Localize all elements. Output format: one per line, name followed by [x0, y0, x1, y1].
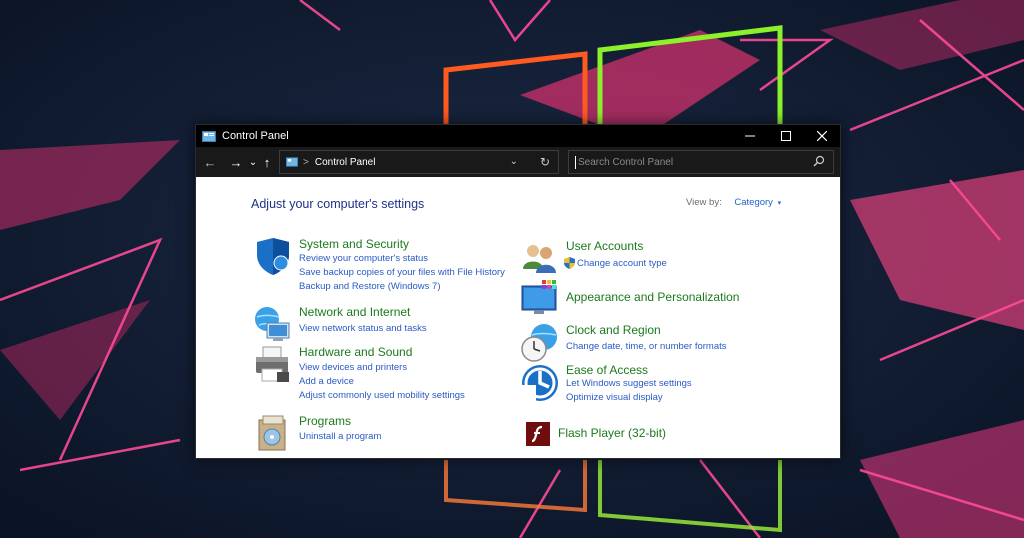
navigation-bar: ← → ⌄ ↑ > Control Panel ⌄ ↻: [196, 147, 840, 177]
search-icon[interactable]: [813, 155, 825, 167]
maximize-button[interactable]: [768, 125, 804, 147]
uac-shield-icon: [564, 257, 575, 269]
ease-of-access-link[interactable]: Ease of Access: [566, 363, 648, 377]
breadcrumb-separator: >: [303, 156, 309, 168]
hardware-and-sound-link[interactable]: Hardware and Sound: [299, 345, 412, 359]
clock-and-region-link[interactable]: Clock and Region: [566, 323, 661, 337]
add-device-link[interactable]: Add a device: [299, 376, 354, 387]
appearance-icon[interactable]: [520, 280, 560, 320]
search-box[interactable]: [568, 150, 834, 174]
back-button[interactable]: ←: [200, 155, 220, 170]
control-panel-icon: [286, 157, 298, 167]
user-accounts-icon[interactable]: [520, 239, 560, 279]
address-bar[interactable]: > Control Panel ⌄ ↻: [279, 150, 559, 174]
page-title: Adjust your computer's settings: [251, 197, 425, 211]
view-network-status-link[interactable]: View network status and tasks: [299, 323, 427, 334]
user-accounts-link[interactable]: User Accounts: [566, 239, 643, 253]
network-and-internet-link[interactable]: Network and Internet: [299, 305, 410, 319]
printer-icon[interactable]: [253, 345, 293, 385]
change-account-type-link[interactable]: Change account type: [577, 258, 667, 269]
ease-of-access-icon[interactable]: [520, 363, 560, 403]
optimize-visual-display-link[interactable]: Optimize visual display: [566, 392, 663, 403]
programs-icon[interactable]: [253, 414, 293, 454]
forward-button[interactable]: →: [226, 155, 246, 170]
minimize-button[interactable]: [732, 125, 768, 147]
title-bar[interactable]: Control Panel: [196, 125, 840, 147]
view-by-dropdown[interactable]: Category: [734, 197, 773, 208]
address-dropdown-button[interactable]: ⌄: [510, 156, 518, 167]
flash-player-icon[interactable]: [526, 422, 550, 446]
view-by-label: View by:: [686, 197, 722, 208]
file-history-link[interactable]: Save backup copies of your files with Fi…: [299, 267, 505, 278]
close-icon: [817, 131, 827, 141]
change-date-time-formats-link[interactable]: Change date, time, or number formats: [566, 341, 727, 352]
system-and-security-link[interactable]: System and Security: [299, 237, 409, 251]
network-globe-icon[interactable]: [253, 305, 293, 345]
up-button[interactable]: ↑: [260, 155, 274, 170]
flash-player-link[interactable]: Flash Player (32-bit): [558, 426, 666, 440]
view-devices-printers-link[interactable]: View devices and printers: [299, 362, 407, 373]
clock-globe-icon[interactable]: [520, 323, 560, 363]
backup-restore-link[interactable]: Backup and Restore (Windows 7): [299, 281, 441, 292]
refresh-button[interactable]: ↻: [540, 155, 550, 169]
uninstall-program-link[interactable]: Uninstall a program: [299, 431, 381, 442]
control-panel-window: Control Panel ← → ⌄ ↑ > Control Panel ⌄: [195, 124, 841, 459]
maximize-icon: [781, 131, 791, 141]
breadcrumb-control-panel[interactable]: Control Panel: [315, 157, 376, 168]
chevron-down-icon[interactable]: ▾: [778, 200, 782, 207]
window-title: Control Panel: [222, 130, 289, 142]
view-by-control: View by: Category ▾: [686, 197, 781, 208]
text-cursor: [575, 155, 576, 169]
mobility-settings-link[interactable]: Adjust commonly used mobility settings: [299, 390, 465, 401]
shield-icon[interactable]: [253, 237, 293, 277]
review-status-link[interactable]: Review your computer's status: [299, 253, 428, 264]
control-panel-icon: [202, 130, 216, 142]
windows-suggest-settings-link[interactable]: Let Windows suggest settings: [566, 378, 692, 389]
recent-locations-button[interactable]: ⌄: [246, 157, 260, 168]
content-area: Adjust your computer's settings View by:…: [196, 177, 840, 459]
appearance-and-personalization-link[interactable]: Appearance and Personalization: [566, 290, 739, 304]
close-button[interactable]: [804, 125, 840, 147]
search-input[interactable]: [578, 156, 798, 168]
minimize-icon: [745, 135, 755, 137]
programs-link[interactable]: Programs: [299, 414, 351, 428]
